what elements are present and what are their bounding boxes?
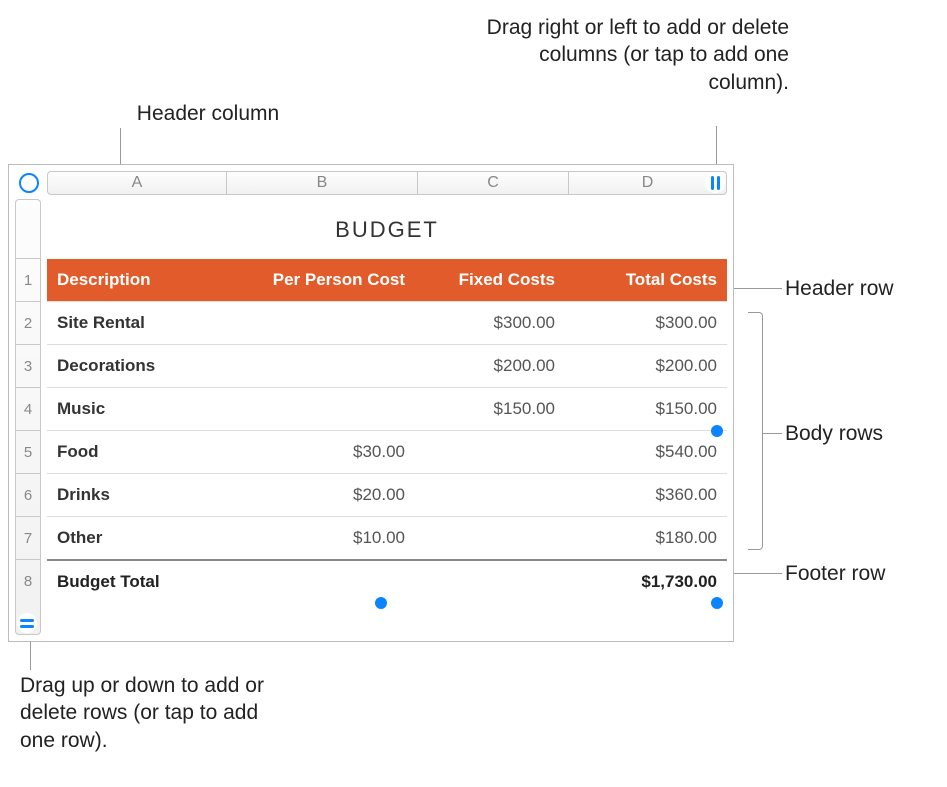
cell-description[interactable]: Decorations [47, 345, 225, 387]
footer-cell-fixed[interactable] [415, 561, 565, 603]
cell-description[interactable]: Other [47, 517, 225, 559]
cell-total[interactable]: $200.00 [565, 345, 727, 387]
cell-fixed[interactable] [415, 517, 565, 559]
table-row[interactable]: Decorations $200.00 $200.00 [47, 344, 727, 387]
leader-line [716, 126, 717, 164]
cell-description[interactable]: Music [47, 388, 225, 430]
cell-total[interactable]: $360.00 [565, 474, 727, 516]
selection-dot[interactable] [711, 425, 723, 437]
table-row[interactable]: Food $30.00 $540.00 [47, 430, 727, 473]
callout-header-column: Header column [108, 100, 308, 127]
callout-column-drag: Drag right or left to add or delete colu… [459, 14, 789, 96]
footer-cell-description[interactable]: Budget Total [47, 561, 225, 603]
row-header-4[interactable]: 4 [16, 388, 40, 431]
header-cell-total[interactable]: Total Costs [565, 259, 727, 301]
cell-fixed[interactable]: $300.00 [415, 302, 565, 344]
bracket-body-rows [748, 312, 763, 550]
table-row[interactable]: Drinks $20.00 $360.00 [47, 473, 727, 516]
cell-total[interactable]: $540.00 [565, 431, 727, 473]
cell-fixed[interactable]: $150.00 [415, 388, 565, 430]
column-header-B[interactable]: B [227, 172, 418, 194]
column-header-A[interactable]: A [48, 172, 227, 194]
cell-total[interactable]: $150.00 [565, 388, 727, 430]
cell-per-person[interactable]: $20.00 [225, 474, 415, 516]
callout-row-drag: Drag up or down to add or delete rows (o… [20, 672, 280, 754]
leader-line [762, 433, 782, 434]
table-header-row[interactable]: Description Per Person Cost Fixed Costs … [47, 259, 727, 301]
callout-footer-row: Footer row [785, 560, 885, 587]
table-footer-row[interactable]: Budget Total $1,730.00 [47, 559, 727, 603]
row-header-2[interactable]: 2 [16, 302, 40, 345]
cell-total[interactable]: $180.00 [565, 517, 727, 559]
row-header-8[interactable]: 8 [16, 560, 40, 602]
table-row[interactable]: Site Rental $300.00 $300.00 [47, 301, 727, 344]
row-header-3[interactable]: 3 [16, 345, 40, 388]
cell-per-person[interactable] [225, 388, 415, 430]
callout-header-row: Header row [785, 275, 894, 302]
callout-body-rows: Body rows [785, 420, 883, 447]
cell-per-person[interactable] [225, 345, 415, 387]
spreadsheet-table[interactable]: A B C D 1 2 3 4 5 6 7 8 BUDGET Descripti… [8, 164, 734, 642]
table-corner-handle[interactable] [19, 173, 39, 193]
footer-cell-per-person[interactable] [225, 561, 415, 603]
selection-dot[interactable] [375, 597, 387, 609]
row-header-bar[interactable]: 1 2 3 4 5 6 7 8 [15, 199, 41, 635]
cell-per-person[interactable]: $30.00 [225, 431, 415, 473]
row-drag-handle-icon[interactable] [17, 613, 37, 633]
table-row[interactable]: Other $10.00 $180.00 [47, 516, 727, 559]
row-header-6[interactable]: 6 [16, 474, 40, 517]
cell-description[interactable]: Food [47, 431, 225, 473]
row-header-5[interactable]: 5 [16, 431, 40, 474]
cell-description[interactable]: Drinks [47, 474, 225, 516]
header-cell-per-person[interactable]: Per Person Cost [225, 259, 415, 301]
footer-cell-total[interactable]: $1,730.00 [565, 561, 727, 603]
cell-total[interactable]: $300.00 [565, 302, 727, 344]
cell-fixed[interactable] [415, 431, 565, 473]
row-header-1[interactable]: 1 [16, 259, 40, 302]
leader-line [30, 640, 31, 670]
header-cell-description[interactable]: Description [47, 259, 225, 301]
table-grid: BUDGET Description Per Person Cost Fixed… [47, 201, 727, 635]
column-header-bar[interactable]: A B C D [47, 171, 727, 195]
row-header-gap [16, 200, 40, 259]
cell-per-person[interactable]: $10.00 [225, 517, 415, 559]
header-cell-fixed[interactable]: Fixed Costs [415, 259, 565, 301]
selection-dot[interactable] [711, 597, 723, 609]
cell-per-person[interactable] [225, 302, 415, 344]
row-header-7[interactable]: 7 [16, 517, 40, 560]
table-row[interactable]: Music $150.00 $150.00 [47, 387, 727, 430]
column-header-D[interactable]: D [569, 172, 726, 194]
cell-fixed[interactable]: $200.00 [415, 345, 565, 387]
table-title[interactable]: BUDGET [47, 201, 727, 259]
cell-description[interactable]: Site Rental [47, 302, 225, 344]
column-header-C[interactable]: C [418, 172, 569, 194]
cell-fixed[interactable] [415, 474, 565, 516]
column-drag-handle-icon[interactable] [705, 173, 725, 193]
